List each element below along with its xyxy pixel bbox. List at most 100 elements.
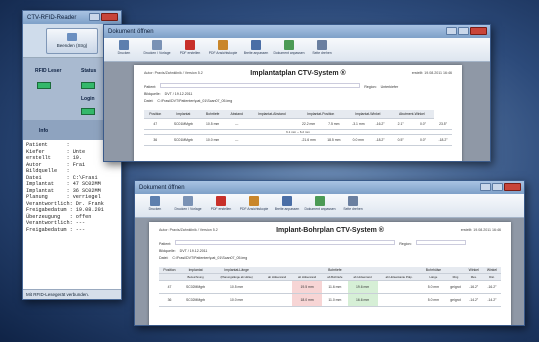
- table-cell: 0.0°: [411, 134, 435, 146]
- print-template-button[interactable]: Drucken / Vorlage: [143, 40, 171, 55]
- document-viewer[interactable]: Autor: Praxis/Zahnklinik / Version 5.2 I…: [135, 218, 524, 325]
- document-titlebar[interactable]: Dokument öffnen: [135, 181, 524, 194]
- table-cell: 47: [144, 118, 167, 130]
- patient-field: [160, 83, 361, 88]
- table-cell: ---: [225, 134, 249, 146]
- rfid-reader-titlebar[interactable]: CTV-RFID-Reader: [23, 11, 121, 24]
- pdf-button[interactable]: PDF erstellen: [207, 196, 235, 211]
- table-cell: ---: [225, 118, 249, 130]
- table-cell: 11.6 mm: [322, 280, 348, 294]
- table-header: Implantat: [166, 110, 201, 119]
- patient-field: [175, 240, 396, 245]
- pdf-button[interactable]: PDF erstellen: [176, 40, 204, 55]
- toolbar-label: Drucken / Vorlage: [143, 51, 171, 55]
- document-page: Autor: Praxis/Zahnklinik / Version 5.2 I…: [149, 222, 511, 325]
- minimize-button[interactable]: [446, 27, 457, 35]
- table-subheader: (Planungslänge ab Hülse): [211, 273, 263, 281]
- table-subheader: Ring: [446, 273, 465, 281]
- toolbar-label: Breite anpassen: [243, 51, 269, 55]
- minimize-button[interactable]: [480, 183, 491, 191]
- table-subheader: ab Bohrtiefe: [322, 273, 348, 281]
- table-cell: 22.2 mm: [295, 118, 322, 130]
- table-cell: SC01MMgrb: [166, 134, 201, 146]
- toolbar-label: Dokument anpassen: [304, 207, 336, 211]
- table-cell: -18.2°: [370, 134, 390, 146]
- fit-width-button[interactable]: Breite anpassen: [273, 196, 301, 211]
- table-subheader: ab Hülsenrand: [347, 273, 378, 281]
- beenden-button[interactable]: Beenden (Strg): [46, 27, 98, 54]
- print-button[interactable]: Drucken: [110, 40, 138, 55]
- info-label: Info: [39, 128, 49, 134]
- table-cell: [248, 118, 296, 130]
- fit-page-button[interactable]: Dokument anpassen: [304, 196, 336, 211]
- created-label: erstellt:: [411, 71, 424, 75]
- patient-info-text: Patient : Kiefer : Unte erstellt : 19. Aut…: [23, 140, 121, 290]
- toolbar-label: Seite drehen: [343, 207, 363, 211]
- document-title: Implant-Bohrplan CTV-System ®: [276, 227, 384, 234]
- rotate-button[interactable]: Seite drehen: [339, 196, 367, 211]
- exit-icon: [67, 33, 77, 41]
- table-header: Bohrtiefe: [200, 110, 226, 119]
- maximize-button[interactable]: [492, 183, 503, 191]
- document-page: Autor: Praxis/Zahnklinik / Version 5.2 I…: [134, 65, 462, 161]
- window-title: Dokument öffnen: [108, 28, 154, 35]
- table-cell: -14.2°: [464, 293, 483, 307]
- patient-label: Patient:: [159, 242, 172, 246]
- table-cell: 19.5 mm: [292, 280, 323, 294]
- fit-page-button[interactable]: Dokument anpassen: [273, 40, 305, 55]
- table-cell: 11.0 mm: [322, 293, 348, 307]
- close-button[interactable]: [504, 183, 521, 191]
- print-template-button[interactable]: Drucken / Vorlage: [174, 196, 202, 211]
- file-value: C:\Frasi\DVT\Patienten\pat_01\Scan07_05.…: [157, 99, 233, 103]
- maximize-button[interactable]: [458, 27, 469, 35]
- table-cell: 18.0 mm: [292, 293, 323, 307]
- toolbar-label: Seite drehen: [312, 51, 332, 55]
- table-cell: 10.5 mm: [200, 118, 226, 130]
- table-subheader: ab Hülsenkante Präp.: [377, 273, 421, 281]
- fit-page-icon: [284, 40, 294, 50]
- toolbar-label: PDF erstellen: [179, 51, 201, 55]
- table-cell: 5.0 mm: [420, 293, 447, 307]
- minimize-button[interactable]: [89, 13, 100, 21]
- status-bar: Mit RFID-Lesegerät verbunden.: [23, 289, 121, 299]
- fit-width-button[interactable]: Breite anpassen: [242, 40, 270, 55]
- table-header: Implantat-Abstand: [248, 110, 296, 119]
- table-cell: 23.5°: [434, 118, 452, 130]
- table-row[interactable]: 47 SC01MMgrb 10.5 mm --- 22.2 mm 7.5 mm -3.1 m…: [144, 118, 452, 130]
- table-row[interactable]: 36 SC01MMgrb 10.0 mm --- -21.6 mm 18.5 mm 0.0 …: [144, 134, 452, 146]
- table-header: Abstand: [225, 110, 249, 119]
- pdf-icon: [185, 40, 195, 50]
- print-button[interactable]: Drucken: [141, 196, 169, 211]
- fit-page-icon: [315, 196, 325, 206]
- pdf-copy-button[interactable]: PDF Ansichtskopie: [209, 40, 237, 55]
- table-cell: 5.0 mm: [420, 280, 447, 294]
- rotate-icon: [317, 40, 327, 50]
- close-button[interactable]: [101, 13, 118, 21]
- table-row[interactable]: 47 SC02MMgrb 10.5 mm 19.5 mm 11.6 mm 19.6 mm 5…: [159, 280, 501, 294]
- image-source-label: Bildquelle:: [159, 249, 176, 253]
- patient-info-line: Freigabedatum : ---: [26, 226, 86, 233]
- pdf-copy-button[interactable]: PDF Ansichtskopie: [240, 196, 268, 211]
- table-subheader: Bezeichnung: [179, 273, 212, 281]
- table-cell: 47: [159, 280, 180, 294]
- document-viewer[interactable]: Autor: Praxis/Zahnklinik / Version 5.2 I…: [104, 62, 490, 161]
- image-source-label: Bildquelle:: [144, 92, 161, 96]
- table-cell: SC02MMgrb: [179, 293, 212, 307]
- rotate-icon: [348, 196, 358, 206]
- login-label: Login: [81, 96, 95, 102]
- pdf-icon: [216, 196, 226, 206]
- table-row[interactable]: 36 SC02MMgrb 10.0 mm 18.0 mm 11.0 mm 16.6 mm 5…: [159, 293, 501, 307]
- table-cell: [248, 134, 296, 146]
- close-button[interactable]: [470, 27, 487, 35]
- print-template-icon: [152, 40, 162, 50]
- toolbar-label: Breite anpassen: [274, 207, 300, 211]
- toolbar-label: PDF Ansichtskopie: [208, 51, 238, 55]
- status-indicator: [81, 82, 95, 89]
- window-title: CTV-RFID-Reader: [27, 14, 77, 21]
- table-cell: SC01MMgrb: [166, 118, 201, 130]
- table-cell: SC02MMgrb: [179, 280, 212, 294]
- table-cell: -3.1 mm: [345, 118, 371, 130]
- table-cell: [262, 293, 293, 307]
- rotate-button[interactable]: Seite drehen: [308, 40, 336, 55]
- document-titlebar[interactable]: Dokument öffnen: [104, 25, 490, 38]
